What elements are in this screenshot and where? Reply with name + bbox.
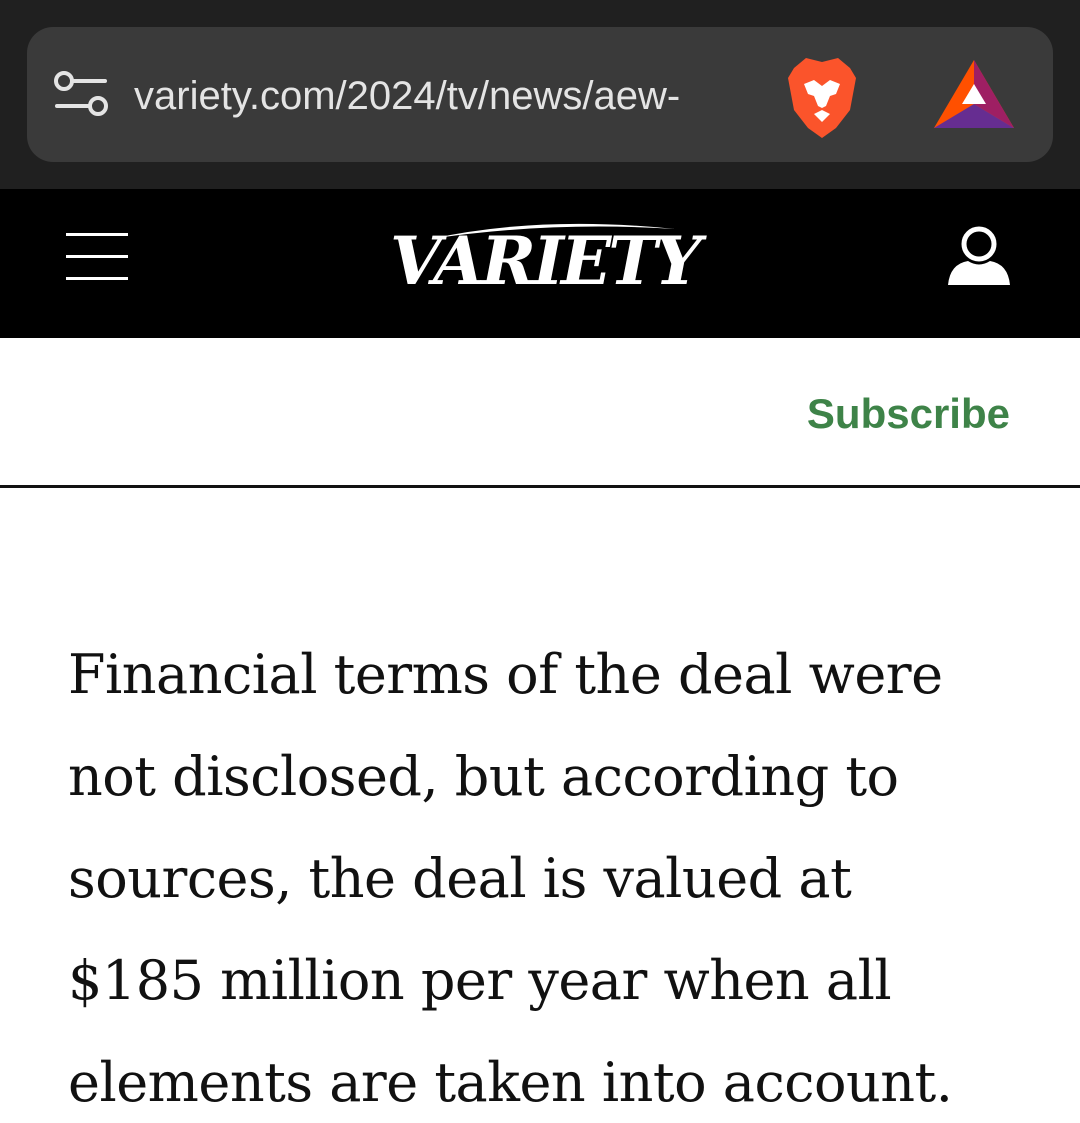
article-line: $185 million per year when all [68,949,892,1012]
variety-logo[interactable]: VARIETY [390,211,702,311]
site-header: VARIETY [0,189,1080,338]
menu-icon[interactable] [66,231,130,283]
url-text[interactable]: variety.com/2024/tv/news/aew- [134,70,754,122]
brave-shields-icon[interactable] [784,54,860,140]
account-icon[interactable] [944,224,1014,288]
browser-toolbar: variety.com/2024/tv/news/aew- [0,0,1080,189]
site-settings-icon[interactable] [53,68,109,120]
brave-rewards-icon[interactable] [932,58,1016,132]
article-line: not disclosed, but according to [68,745,899,808]
article-line: elements are taken into account. [68,1051,953,1114]
article-paragraph: Financial terms of the deal were not dis… [68,624,1028,1123]
subscribe-bar: Subscribe [0,338,1080,488]
article-line: sources, the deal is valued at [68,847,852,910]
article-line: Financial terms of the deal were [68,643,943,706]
subscribe-link[interactable]: Subscribe [807,388,1010,440]
